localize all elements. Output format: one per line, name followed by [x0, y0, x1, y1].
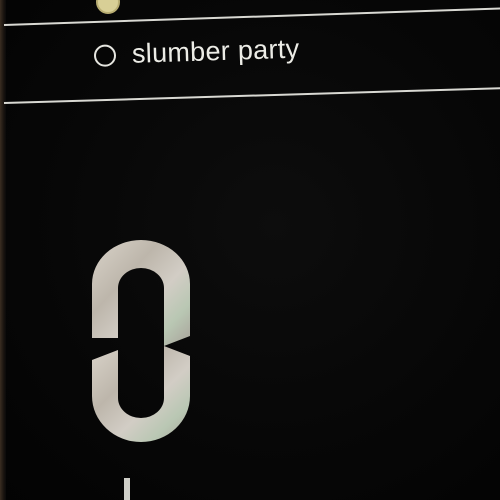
option-divider: [3, 87, 500, 104]
photo-scene: slumber party: [0, 0, 500, 500]
option-slumber-party[interactable]: slumber party: [93, 33, 300, 71]
logo-stem-partial: [124, 478, 130, 500]
chain-link-logo-icon: [92, 240, 190, 442]
option-label: slumber party: [131, 33, 300, 69]
radio-unselected-icon[interactable]: [93, 43, 117, 67]
card-edge: [0, 0, 6, 500]
logo-lower-hook: [92, 346, 190, 442]
selected-option-radio-partial[interactable]: [96, 0, 120, 14]
logo-upper-hook: [92, 240, 190, 346]
option-divider: [3, 7, 500, 26]
